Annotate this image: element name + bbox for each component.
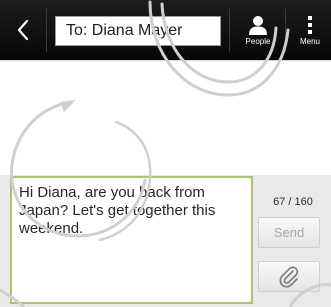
message-input[interactable]: Hi Diana, are you back from Japan? Let's… — [10, 176, 253, 304]
recipient-field[interactable]: To: Diana Mayer — [55, 16, 221, 46]
menu-dots-icon — [308, 15, 312, 34]
menu-label: Menu — [299, 36, 320, 46]
send-button[interactable]: Send — [258, 217, 320, 248]
person-icon — [249, 15, 267, 35]
attach-button[interactable] — [258, 261, 320, 292]
top-bar: To: Diana Mayer People Menu — [0, 0, 331, 60]
character-counter: 67 / 160 — [273, 196, 313, 208]
toolbar-divider — [46, 8, 47, 52]
back-button[interactable] — [0, 0, 46, 60]
people-button[interactable]: People — [233, 0, 283, 60]
menu-button[interactable]: Menu — [289, 0, 331, 60]
people-label: People — [245, 36, 271, 46]
header-divider — [0, 60, 331, 61]
paperclip-icon — [279, 265, 299, 287]
conversation-area — [0, 60, 331, 175]
back-chevron-icon — [17, 19, 29, 41]
toolbar-divider — [229, 8, 230, 52]
toolbar-divider — [285, 8, 286, 52]
